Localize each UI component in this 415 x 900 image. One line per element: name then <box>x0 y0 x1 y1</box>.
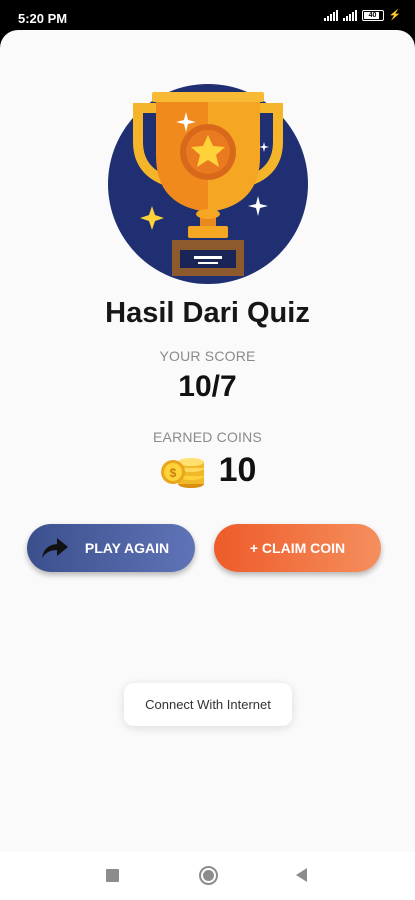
toast-message: Connect With Internet <box>124 683 292 726</box>
score-value: 10/7 <box>178 370 237 403</box>
signal-icon <box>342 10 357 21</box>
claim-coin-button[interactable]: + CLAIM COIN <box>214 524 381 572</box>
play-again-label: PLAY AGAIN <box>84 540 170 556</box>
status-time: 5:20 PM <box>18 11 68 26</box>
system-nav-bar <box>0 852 415 900</box>
trophy-icon <box>108 84 308 284</box>
earned-coins-label: EARNED COINS <box>153 429 262 445</box>
battery-level: 40 <box>368 12 377 19</box>
status-icons: 40 ⚡ <box>323 10 401 21</box>
recent-apps-icon[interactable] <box>106 869 119 882</box>
earned-coins-row: $ 10 <box>0 450 415 490</box>
svg-text:$: $ <box>169 466 176 480</box>
score-label: YOUR SCORE <box>159 348 256 364</box>
charging-icon: ⚡ <box>388 10 401 21</box>
home-icon[interactable] <box>199 866 218 885</box>
coins-icon: $ <box>160 458 204 488</box>
quiz-result-screen: Hasil Dari Quiz YOUR SCORE 10/7 EARNED C… <box>0 30 415 852</box>
back-icon[interactable] <box>296 868 307 882</box>
status-bar: 5:20 PM 40 ⚡ <box>0 0 415 34</box>
share-arrow-icon <box>41 538 68 558</box>
battery-icon: 40 <box>361 10 384 21</box>
claim-coin-label: + CLAIM COIN <box>249 540 346 556</box>
earned-coins-value: 10 <box>218 450 257 489</box>
result-title: Hasil Dari Quiz <box>105 297 310 329</box>
signal-icon <box>323 10 338 21</box>
play-again-button[interactable]: PLAY AGAIN <box>27 524 195 572</box>
